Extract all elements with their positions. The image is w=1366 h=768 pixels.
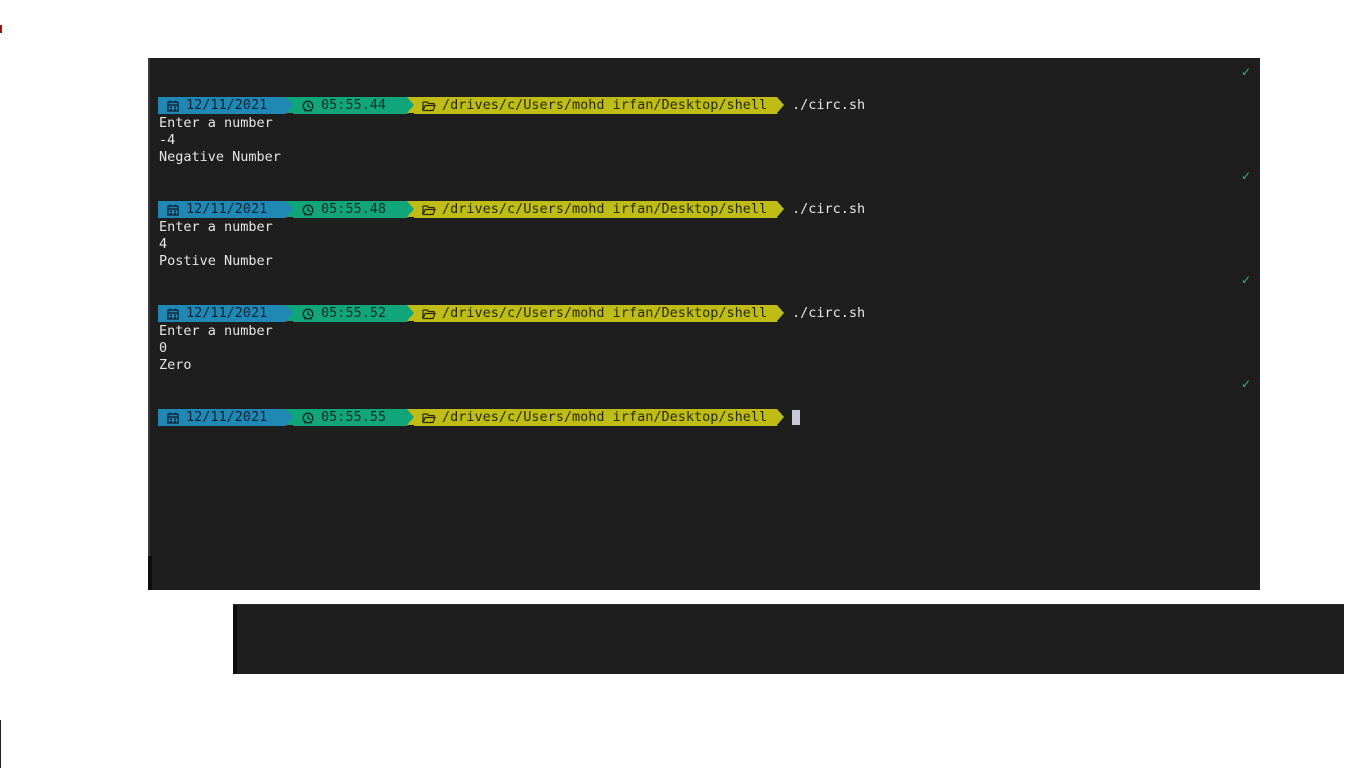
calendar-icon bbox=[164, 100, 182, 112]
calendar-icon bbox=[164, 204, 182, 216]
prompt-date: 12/11/2021 bbox=[186, 201, 268, 217]
command-text: ./circ.sh bbox=[792, 305, 866, 321]
separator-arrow bbox=[777, 97, 784, 113]
clock-icon bbox=[299, 99, 317, 112]
success-check-icon: ✓ bbox=[1240, 169, 1251, 183]
prompt-line: 12/11/2021 05:55.44 /drives/c/Users/mohd… bbox=[158, 97, 865, 114]
prompt-date: 12/11/2021 bbox=[186, 97, 268, 113]
folder-icon bbox=[420, 412, 438, 424]
success-check-icon: ✓ bbox=[1240, 273, 1251, 287]
path-segment: /drives/c/Users/mohd irfan/Desktop/shell bbox=[414, 409, 777, 426]
separator-arrow bbox=[407, 305, 414, 321]
command-text: ./circ.sh bbox=[792, 201, 866, 217]
prompt-path: /drives/c/Users/mohd irfan/Desktop/shell bbox=[442, 201, 768, 217]
folder-icon bbox=[420, 204, 438, 216]
calendar-icon bbox=[164, 308, 182, 320]
prompt-path: /drives/c/Users/mohd irfan/Desktop/shell bbox=[442, 97, 768, 113]
secondary-terminal-panel[interactable] bbox=[233, 604, 1344, 674]
separator-arrow bbox=[286, 409, 293, 425]
separator-arrow bbox=[777, 409, 784, 425]
separator-arrow bbox=[407, 201, 414, 217]
prompt-date: 12/11/2021 bbox=[186, 409, 268, 425]
separator-arrow bbox=[777, 201, 784, 217]
desktop: ✓ 12/11/2021 05:55.44 /drives/c/Users/mo… bbox=[0, 0, 1366, 768]
prompt-time: 05:55.55 bbox=[321, 409, 387, 425]
date-segment: 12/11/2021 bbox=[158, 97, 286, 114]
output-line: Postive Number bbox=[159, 253, 273, 269]
clock-icon bbox=[299, 203, 317, 216]
prompt-time: 05:55.44 bbox=[321, 97, 387, 113]
calendar-icon bbox=[164, 412, 182, 424]
command-text: ./circ.sh bbox=[792, 97, 866, 113]
clock-icon bbox=[299, 307, 317, 320]
separator-arrow bbox=[777, 305, 784, 321]
current-prompt-line[interactable]: 12/11/2021 05:55.55 /drives/c/Users/mohd… bbox=[158, 409, 800, 426]
terminal-window[interactable]: ✓ 12/11/2021 05:55.44 /drives/c/Users/mo… bbox=[148, 58, 1260, 590]
edge-line bbox=[0, 720, 1, 768]
folder-icon bbox=[420, 308, 438, 320]
panel-divider bbox=[233, 604, 1344, 605]
output-line: Enter a number bbox=[159, 219, 273, 235]
time-segment: 05:55.44 bbox=[293, 97, 407, 114]
output-line: Zero bbox=[159, 357, 192, 373]
path-segment: /drives/c/Users/mohd irfan/Desktop/shell bbox=[414, 97, 777, 114]
separator-arrow bbox=[407, 97, 414, 113]
date-segment: 12/11/2021 bbox=[158, 305, 286, 322]
path-segment: /drives/c/Users/mohd irfan/Desktop/shell bbox=[414, 201, 777, 218]
edge-mark bbox=[0, 25, 2, 33]
prompt-date: 12/11/2021 bbox=[186, 305, 268, 321]
time-segment: 05:55.48 bbox=[293, 201, 407, 218]
separator-arrow bbox=[286, 305, 293, 321]
date-segment: 12/11/2021 bbox=[158, 409, 286, 426]
prompt-time: 05:55.48 bbox=[321, 201, 387, 217]
folder-icon bbox=[420, 100, 438, 112]
window-edge bbox=[148, 556, 152, 590]
time-segment: 05:55.55 bbox=[293, 409, 407, 426]
output-line: Negative Number bbox=[159, 149, 281, 165]
output-line: -4 bbox=[159, 132, 176, 148]
path-segment: /drives/c/Users/mohd irfan/Desktop/shell bbox=[414, 305, 777, 322]
success-check-icon: ✓ bbox=[1240, 377, 1251, 391]
date-segment: 12/11/2021 bbox=[158, 201, 286, 218]
prompt-line: 12/11/2021 05:55.48 /drives/c/Users/mohd… bbox=[158, 201, 865, 218]
output-line: 4 bbox=[159, 236, 168, 252]
time-segment: 05:55.52 bbox=[293, 305, 407, 322]
prompt-time: 05:55.52 bbox=[321, 305, 387, 321]
separator-arrow bbox=[407, 409, 414, 425]
output-line: Enter a number bbox=[159, 115, 273, 131]
separator-arrow bbox=[286, 97, 293, 113]
prompt-path: /drives/c/Users/mohd irfan/Desktop/shell bbox=[442, 409, 768, 425]
output-line: Enter a number bbox=[159, 323, 273, 339]
success-check-icon: ✓ bbox=[1240, 65, 1251, 79]
prompt-line: 12/11/2021 05:55.52 /drives/c/Users/mohd… bbox=[158, 305, 865, 322]
text-cursor[interactable] bbox=[792, 410, 800, 425]
output-line: 0 bbox=[159, 340, 168, 356]
prompt-path: /drives/c/Users/mohd irfan/Desktop/shell bbox=[442, 305, 768, 321]
separator-arrow bbox=[286, 201, 293, 217]
clock-icon bbox=[299, 411, 317, 424]
